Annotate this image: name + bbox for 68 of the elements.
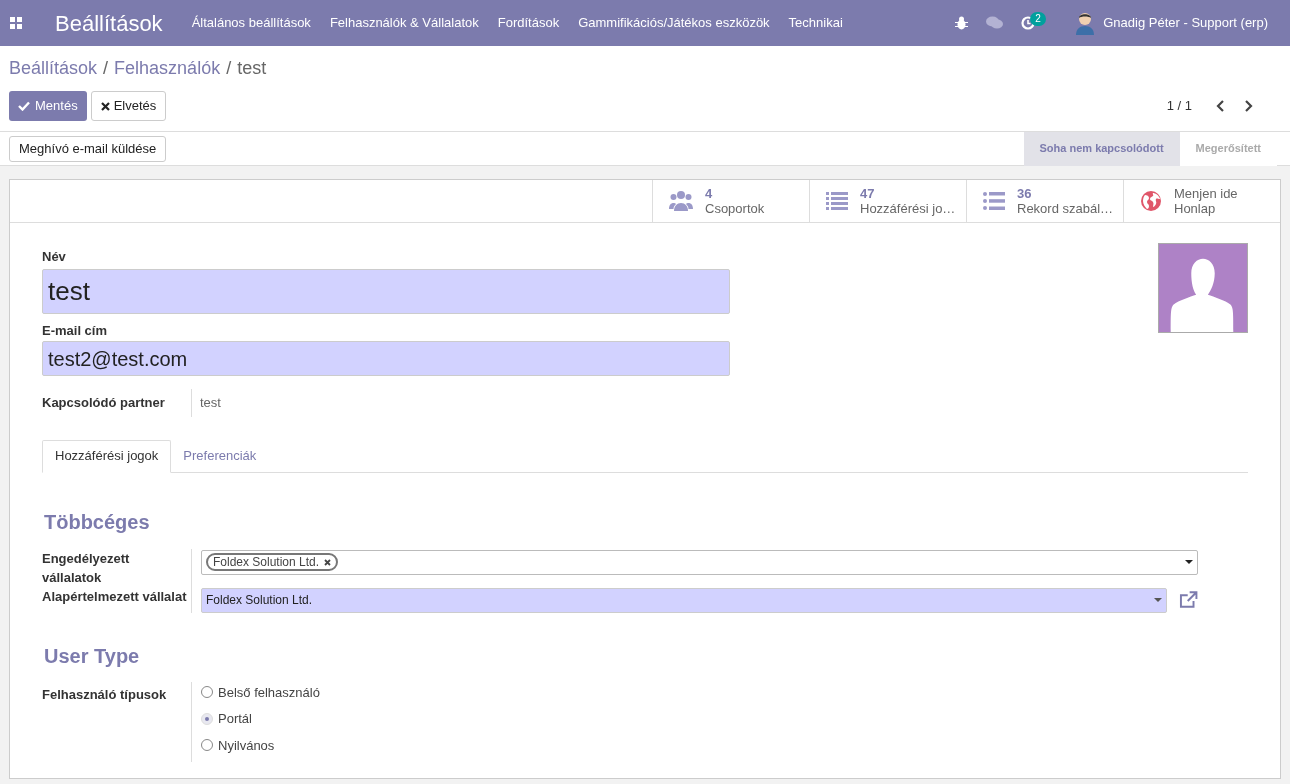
next-icon[interactable] bbox=[1244, 100, 1253, 112]
bullet-list-icon bbox=[983, 192, 1005, 210]
companies-tag-field[interactable]: Foldex Solution Ltd. bbox=[201, 549, 1198, 575]
apps-grid-icon[interactable] bbox=[10, 17, 22, 29]
breadcrumb-item[interactable]: Beállítások bbox=[9, 55, 98, 82]
breadcrumb-item[interactable]: Felhasználók bbox=[114, 55, 221, 82]
caret-icon bbox=[1185, 560, 1193, 564]
caret-icon bbox=[1153, 598, 1162, 602]
bug-icon[interactable] bbox=[955, 16, 969, 30]
field-label: Kapcsolódó partner bbox=[42, 389, 192, 417]
app-title[interactable]: Beállítások bbox=[55, 6, 163, 40]
radio-label: Portál bbox=[218, 710, 252, 728]
smart-button-label: Csoportok bbox=[705, 201, 765, 216]
radio-button[interactable] bbox=[201, 739, 213, 752]
field-label: E-mail cím bbox=[42, 321, 109, 340]
globe-icon bbox=[1140, 190, 1162, 212]
smart-button[interactable]: Menjen ide Honlap bbox=[1123, 180, 1280, 222]
user-name[interactable]: Gnadig Péter - Support (erp) bbox=[1103, 13, 1268, 33]
menu-item[interactable]: Gammifikációs/Játékos eszközök bbox=[578, 13, 770, 33]
clock-icon[interactable] bbox=[1021, 16, 1036, 30]
menu-item[interactable]: Általános beállítások bbox=[191, 13, 311, 33]
menu-item[interactable]: Fordítások bbox=[497, 13, 560, 33]
remove-icon[interactable] bbox=[324, 558, 332, 566]
smart-button-value: 36 bbox=[1017, 186, 1033, 201]
field-value: Foldex Solution Ltd. bbox=[206, 592, 313, 609]
save-button[interactable]: Mentés bbox=[9, 91, 87, 121]
smart-button[interactable]: 47 Hozzáférési jo… bbox=[809, 180, 966, 222]
smart-button-label: Rekord szabál… bbox=[1017, 201, 1114, 216]
status-step[interactable]: Soha nem kapcsolódott bbox=[1023, 131, 1180, 166]
user-avatar-icon[interactable] bbox=[1075, 11, 1096, 35]
menu-item[interactable]: Felhasználók & Vállalatok bbox=[329, 13, 479, 33]
smart-button-value: 47 bbox=[860, 186, 876, 201]
smart-button-value: Menjen ide bbox=[1174, 186, 1238, 201]
section-title: User Type bbox=[44, 643, 141, 669]
field-label: Engedélyezett vállalatok bbox=[42, 549, 131, 587]
pager-counter: 1 / 1 bbox=[1166, 97, 1192, 116]
smart-button[interactable]: 36 Rekord szabál… bbox=[966, 180, 1123, 222]
menu-item[interactable]: Technikai bbox=[788, 13, 843, 33]
breadcrumb-item: test bbox=[237, 57, 267, 80]
radio-button[interactable] bbox=[201, 686, 213, 699]
radio-label: Nyilvános bbox=[218, 736, 275, 755]
smart-button[interactable]: 4 Csoportok bbox=[652, 180, 809, 222]
discard-button[interactable]: Elvetés bbox=[90, 91, 167, 121]
field-label: Alapértelmezett vállalat bbox=[42, 587, 188, 606]
list-icon bbox=[826, 192, 848, 210]
breadcrumb-separator: / bbox=[226, 57, 232, 80]
name-field[interactable]: test bbox=[42, 268, 730, 314]
radio-label: Belső felhasználó bbox=[218, 683, 320, 702]
check-icon bbox=[18, 101, 30, 111]
section-title: Többcéges bbox=[44, 509, 151, 535]
invite-email-button[interactable]: Meghívó e-mail küldése bbox=[9, 135, 167, 162]
breadcrumb-separator: / bbox=[103, 57, 109, 80]
smart-button-value: 4 bbox=[705, 186, 714, 201]
email-field[interactable]: test2@test.com bbox=[42, 341, 730, 376]
tab[interactable]: Hozzáférési jogok bbox=[42, 439, 172, 473]
default-company-field[interactable]: Foldex Solution Ltd. bbox=[201, 587, 1167, 613]
tab[interactable]: Preferenciák bbox=[171, 439, 269, 472]
close-icon bbox=[100, 101, 110, 111]
field-label: Név bbox=[42, 248, 67, 266]
related-partner-link[interactable]: test bbox=[200, 393, 221, 413]
company-tag: Foldex Solution Ltd. bbox=[206, 553, 339, 571]
users-icon bbox=[669, 190, 693, 212]
smart-button-label: Hozzáférési jo… bbox=[860, 201, 956, 216]
notification-badge: 2 bbox=[1030, 12, 1046, 26]
previous-icon[interactable] bbox=[1216, 100, 1225, 112]
field-label: Felhasználó típusok bbox=[42, 686, 167, 702]
external-link-icon[interactable] bbox=[1178, 591, 1198, 609]
smart-button-label: Honlap bbox=[1174, 201, 1217, 216]
